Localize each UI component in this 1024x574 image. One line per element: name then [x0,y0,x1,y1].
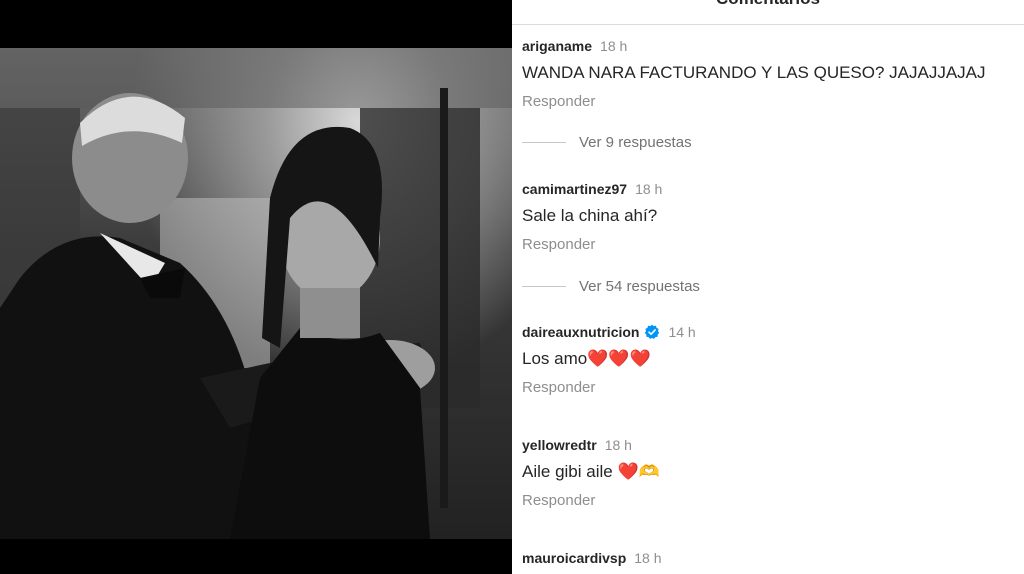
comments-panel: Comentarios ariganame 18 h WANDA NARA FA… [512,0,1024,574]
comment-text: Sale la china ahí? [522,206,658,225]
comment-item: yellowredtr 18 h Aile gibi aile ❤️🫶 Resp… [522,436,1017,510]
screenshot: Comentarios ariganame 18 h WANDA NARA FA… [0,0,1024,574]
comments-header: Comentarios [512,0,1024,25]
view-replies-label: Ver 9 respuestas [579,133,692,151]
replies-divider [522,285,566,287]
view-replies-button[interactable]: Ver 54 respuestas [522,276,700,296]
comment-username[interactable]: daireauxnutricion [522,324,639,340]
comment-item: mauroicardivsp 18 h [522,549,1017,567]
reply-button[interactable]: Responder [522,492,595,509]
comment-item: daireauxnutricion 14 h Los amo❤️❤️❤️ Res… [522,323,1017,397]
comments-title: Comentarios [512,0,1024,9]
comment-item: ariganame 18 h WANDA NARA FACTURANDO Y L… [522,37,1017,111]
comment-username[interactable]: camimartinez97 [522,181,627,197]
couple-photo [0,48,512,539]
comment-username[interactable]: ariganame [522,38,592,54]
comment-time: 18 h [604,437,632,453]
post-video[interactable] [0,0,512,574]
comment-time: 18 h [634,550,662,566]
comment-time: 18 h [600,38,628,54]
comment-username[interactable]: mauroicardivsp [522,550,626,566]
comment-text: Los amo❤️❤️❤️ [522,349,651,368]
comment-username[interactable]: yellowredtr [522,437,597,453]
replies-divider [522,141,566,143]
comment-text: Aile gibi aile ❤️🫶 [522,462,660,481]
comment-item: camimartinez97 18 h Sale la china ahí? R… [522,180,1017,254]
comment-text: WANDA NARA FACTURANDO Y LAS QUESO? JAJAJ… [522,63,986,82]
reply-button[interactable]: Responder [522,236,595,253]
comment-time: 14 h [668,324,696,340]
view-replies-label: Ver 54 respuestas [579,277,700,295]
comment-time: 18 h [635,181,663,197]
verified-badge-icon [644,324,660,340]
reply-button[interactable]: Responder [522,379,595,396]
reply-button[interactable]: Responder [522,93,595,110]
view-replies-button[interactable]: Ver 9 respuestas [522,132,692,152]
